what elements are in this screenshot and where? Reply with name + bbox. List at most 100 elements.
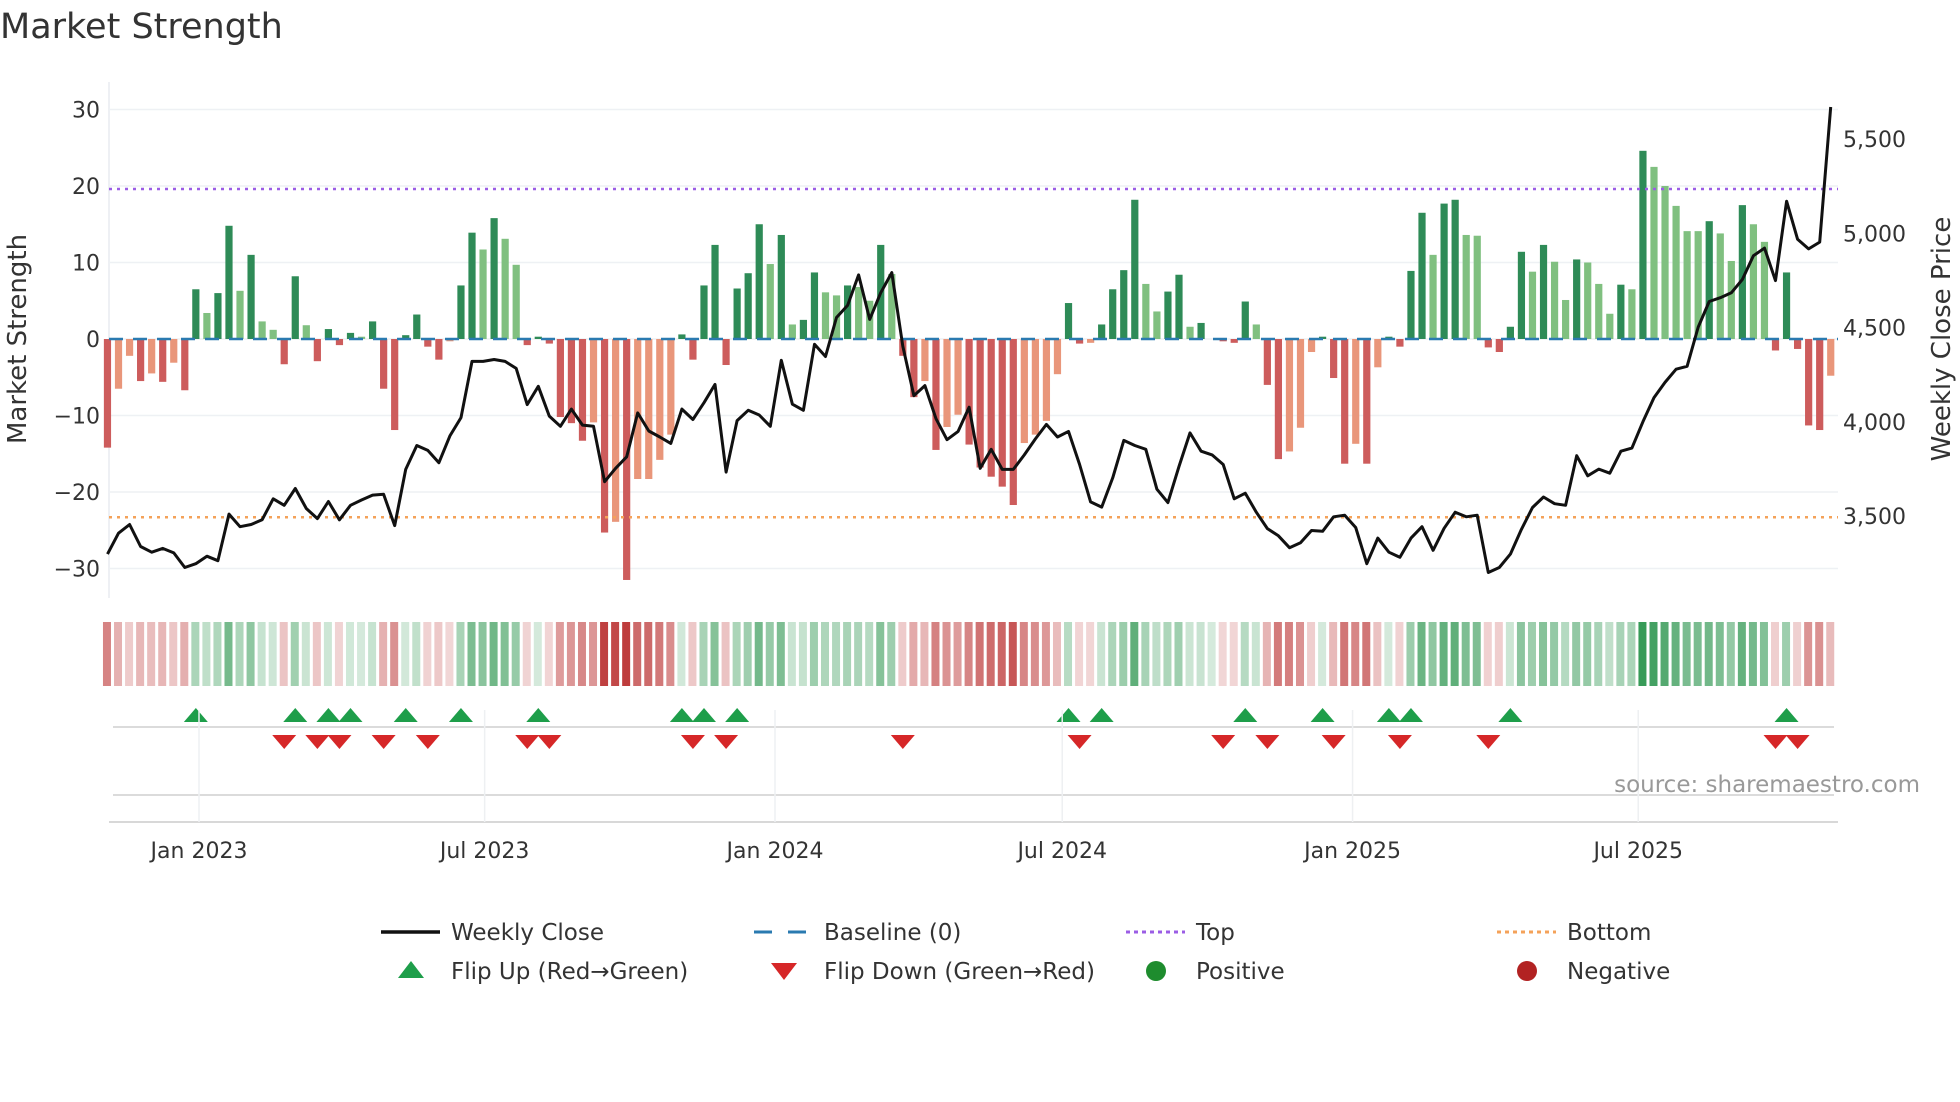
flip-up-marker: [526, 708, 551, 722]
strip-cell: [1307, 622, 1316, 686]
strip-cell: [323, 622, 332, 686]
strip-cell: [1782, 622, 1791, 686]
y2-tick-label: 4,500: [1843, 317, 1906, 342]
strip-cell: [699, 622, 708, 686]
strip-cell: [975, 622, 984, 686]
positive-bar: [755, 224, 763, 339]
strip-cell: [246, 622, 255, 686]
negative-bar: [170, 339, 178, 363]
strip-cell: [191, 622, 200, 686]
positive-bar: [1595, 283, 1603, 339]
positive-bar: [236, 290, 244, 339]
strip-cell: [357, 622, 366, 686]
strip-cell: [798, 622, 807, 686]
circle-negative-icon: [1517, 961, 1537, 981]
positive-bar: [269, 329, 277, 339]
strip-cell: [1737, 622, 1746, 686]
strip-cell: [997, 622, 1006, 686]
strip-cell: [1218, 622, 1227, 686]
strip-cell: [1605, 622, 1614, 686]
negative-bar: [1042, 339, 1051, 421]
negative-bar: [1793, 339, 1802, 349]
positive-bar: [821, 292, 830, 339]
strip-cell: [1494, 622, 1503, 686]
strip-cell: [1097, 622, 1106, 686]
positive-bar: [534, 336, 542, 339]
strip-cell: [743, 622, 752, 686]
strip-cell: [1019, 622, 1028, 686]
strip-cell: [633, 622, 642, 686]
positive-bar: [1252, 324, 1260, 339]
flip-down-marker: [371, 735, 396, 749]
positive-bar: [1683, 231, 1691, 339]
legend-label: Bottom: [1567, 920, 1651, 946]
positive-bar: [1539, 244, 1548, 339]
positive-bar: [1241, 301, 1249, 339]
positive-bar: [843, 285, 852, 339]
negative-bar: [1484, 339, 1492, 348]
strip-cell: [1649, 622, 1658, 686]
strip-cell: [776, 622, 785, 686]
strip-cell: [1340, 622, 1349, 686]
strip-cell: [953, 622, 962, 686]
strip-cell: [1771, 622, 1780, 686]
flip-up-marker: [393, 708, 418, 722]
negative-bar: [1805, 339, 1813, 426]
strip-cell: [1240, 622, 1249, 686]
positive-bar: [1650, 166, 1658, 339]
strip-cell: [1693, 622, 1702, 686]
legend-item: Top: [1126, 920, 1235, 946]
flip-down-marker: [1387, 735, 1412, 749]
flip-up-marker: [1233, 708, 1258, 722]
y2-tick-label: 5,500: [1843, 128, 1906, 153]
flip-up-marker: [183, 708, 208, 722]
strip-cell: [622, 622, 631, 686]
positive-bar: [1462, 234, 1470, 339]
negative-bar: [1330, 339, 1338, 379]
x-tick-label: Jul 2024: [1015, 839, 1107, 864]
strip-cell: [1748, 622, 1757, 686]
strip-cell: [942, 622, 951, 686]
flip-down-marker: [515, 735, 540, 749]
negative-bar: [689, 339, 697, 360]
legend-item: Flip Down (Green→Red): [771, 959, 1095, 985]
negative-bar: [932, 339, 940, 450]
legend-label: Negative: [1567, 959, 1670, 985]
negative-bar: [600, 339, 609, 533]
negative-bar: [954, 339, 962, 415]
positive-bar: [733, 288, 741, 339]
strip-cell: [334, 622, 343, 686]
flip-up-marker: [1310, 708, 1335, 722]
strip-cell: [511, 622, 520, 686]
flip-up-marker: [725, 708, 750, 722]
flip-down-marker: [680, 735, 705, 749]
strip-cell: [301, 622, 310, 686]
strip-cell: [1174, 622, 1183, 686]
positive-bar: [1782, 272, 1791, 339]
strip-cell: [1505, 622, 1514, 686]
negative-bar: [1374, 339, 1382, 368]
flip-down-marker: [890, 735, 915, 749]
positive-bar: [368, 321, 377, 339]
positive-bar: [1064, 303, 1073, 339]
y-tick-label: 20: [72, 175, 100, 200]
flip-down-marker: [1476, 735, 1501, 749]
y-tick-label: 30: [72, 99, 100, 124]
strip-cell: [1130, 622, 1139, 686]
positive-bar: [1186, 326, 1194, 339]
strip-cell: [1726, 622, 1735, 686]
negative-bar: [1230, 339, 1238, 343]
strip-cell: [224, 622, 233, 686]
positive-bar: [1197, 322, 1205, 339]
strip-cell: [986, 622, 995, 686]
triangle-down-icon: [771, 963, 797, 980]
positive-bar: [512, 264, 520, 339]
negative-bar: [645, 339, 653, 479]
strip-cell: [268, 622, 277, 686]
legend-item: Flip Up (Red→Green): [398, 959, 688, 985]
flip-down-marker: [1067, 735, 1092, 749]
legend: Weekly Close Baseline (0) Top Bottom Flip Up…: [381, 920, 1670, 985]
y2-axis-title: Weekly Close Price: [1927, 217, 1957, 462]
strip-cell: [390, 622, 399, 686]
legend-item: Weekly Close: [381, 920, 604, 946]
